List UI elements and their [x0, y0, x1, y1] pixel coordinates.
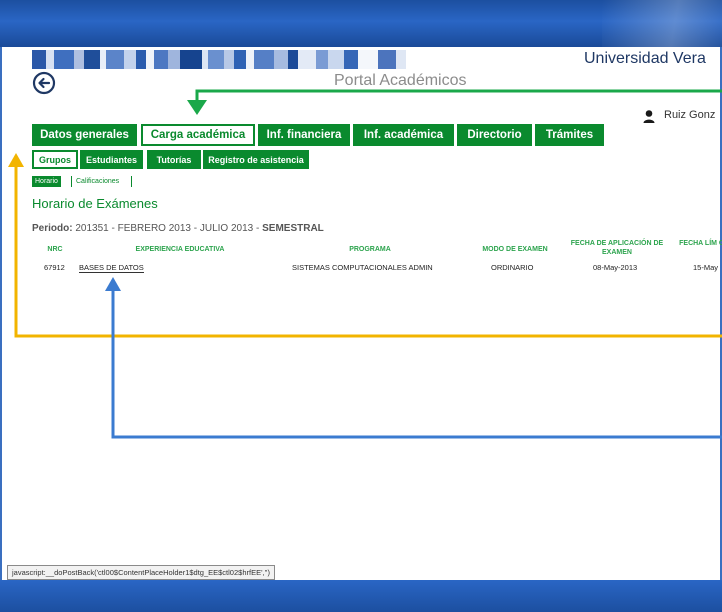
status-bar-url: javascript:__doPostBack('ctl00$ContentPl… — [7, 565, 275, 580]
yellow-annotation-arrow-line — [14, 166, 722, 338]
green-arrowhead-icon — [187, 100, 207, 115]
blue-annotation-arrow-line — [111, 290, 722, 439]
annotation-overlay — [8, 89, 722, 439]
green-annotation-arrow-line — [195, 89, 722, 101]
yellow-arrowhead-icon — [8, 153, 24, 167]
blue-arrowhead-icon — [105, 277, 121, 291]
